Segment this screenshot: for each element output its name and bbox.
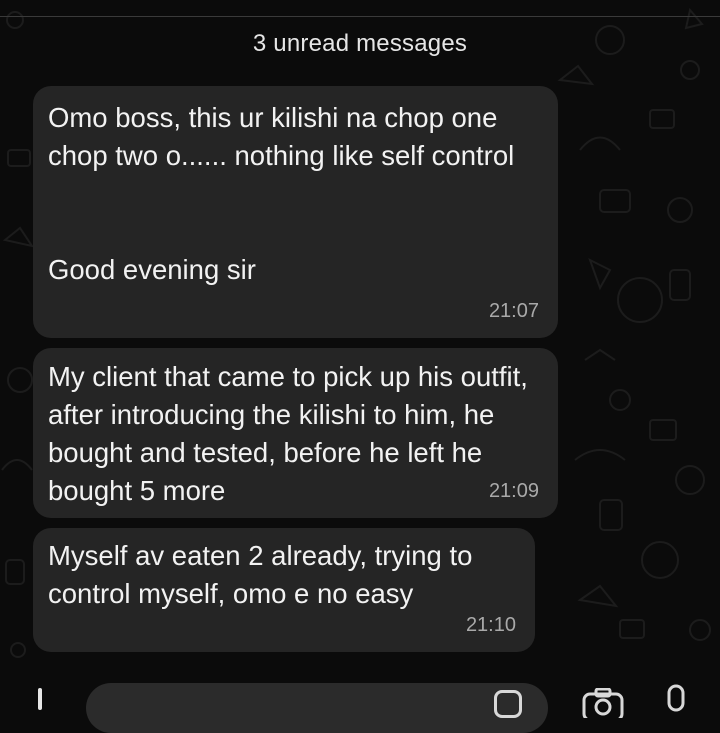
message-text: Omo boss, this ur kilishi na chop one ch… [48,102,515,171]
message-text: My client that came to pick up his outfi… [48,361,528,506]
message-timestamp: 21:07 [488,300,539,322]
unread-messages-banner: 3 unread messages [252,30,468,57]
message-timestamp: 21:09 [488,480,539,502]
message-text: Myself av eaten 2 already, trying to con… [48,540,473,609]
message-text: Good evening sir [48,254,256,285]
message-bubble[interactable]: Omo boss, this ur kilishi na chop one ch… [33,86,558,338]
microphone-icon[interactable] [664,684,688,718]
camera-icon[interactable] [582,688,624,718]
message-timestamp: 21:10 [465,614,516,636]
top-divider [0,16,720,17]
message-bubble[interactable]: Myself av eaten 2 already, trying to con… [33,528,535,652]
message-bubble[interactable]: My client that came to pick up his outfi… [33,348,558,518]
sticker-icon[interactable] [494,690,522,718]
message-input[interactable] [86,683,548,733]
